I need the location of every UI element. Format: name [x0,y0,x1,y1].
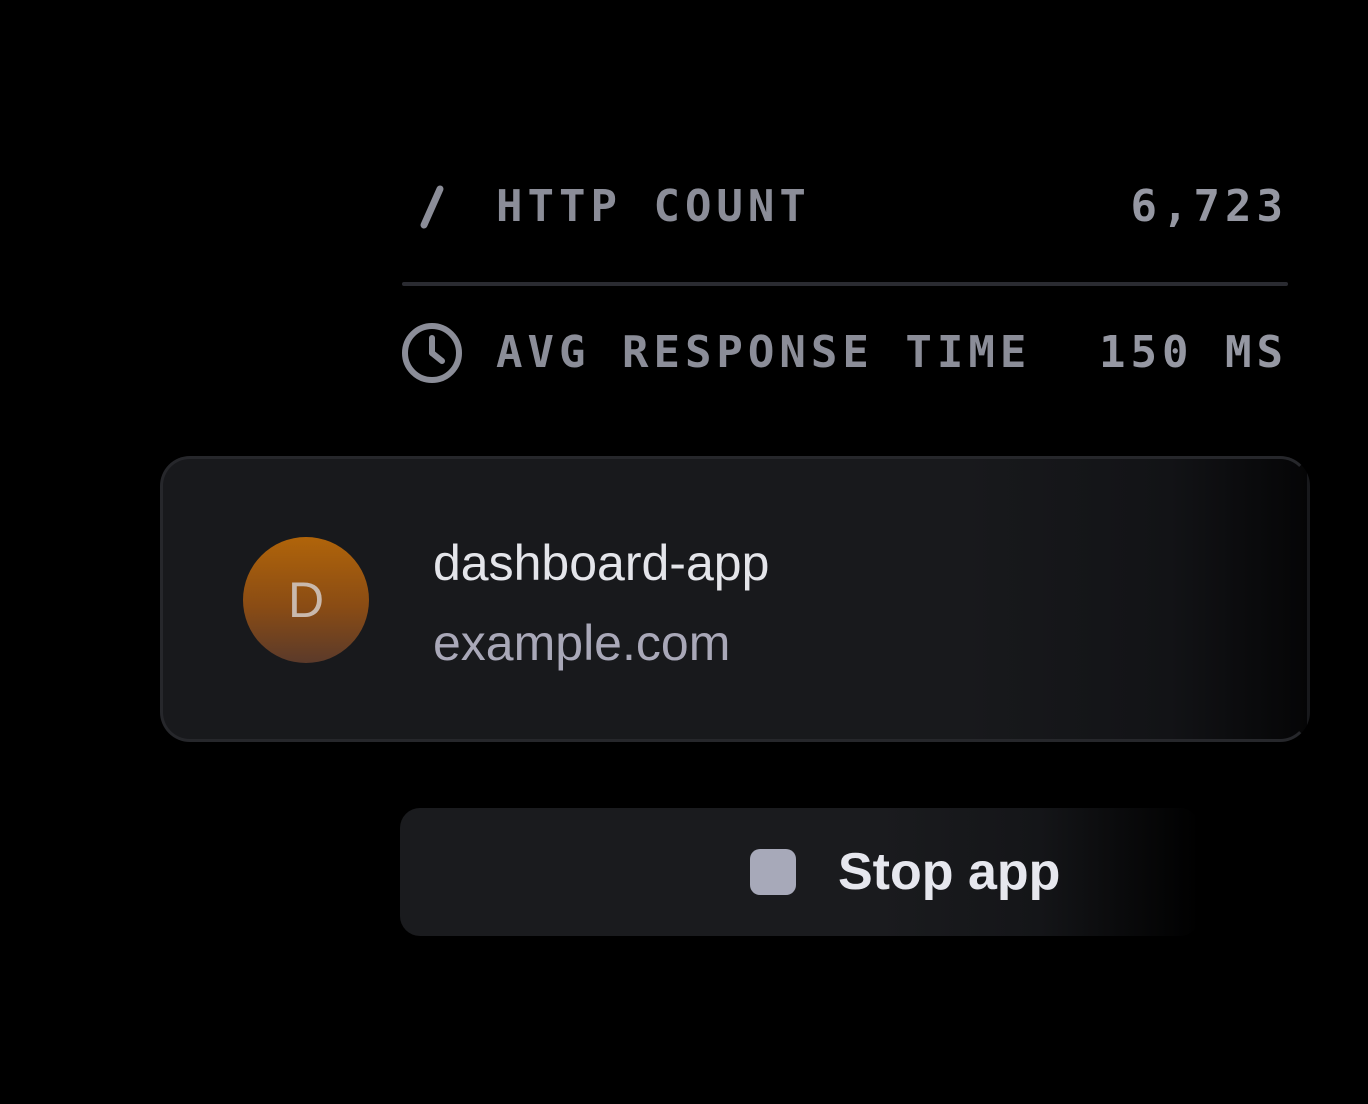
stop-icon [750,849,796,895]
avatar: D [243,537,369,663]
stop-app-label: Stop app [838,843,1061,901]
metric-label: AVG RESPONSE TIME [496,327,1032,378]
metric-avg-response-time: AVG RESPONSE TIME 150 ms [400,318,1288,388]
app-overview-panel: HTTP COUNT 6,723 AVG RESPONSE TIME 150 m… [0,0,1368,1104]
divider [402,282,1288,286]
app-domain-link[interactable]: example.com [433,613,730,673]
metric-http-count: HTTP COUNT 6,723 [400,172,1288,242]
app-name: dashboard-app [433,535,770,591]
slash-icon [400,175,464,239]
stop-app-button[interactable]: Stop app [400,808,1200,936]
metric-value: 6,723 [1130,181,1288,232]
metric-value: 150 ms [1099,327,1288,378]
clock-icon [400,321,464,385]
app-card[interactable]: D dashboard-app example.com [160,456,1310,742]
metric-label: HTTP COUNT [496,181,811,232]
